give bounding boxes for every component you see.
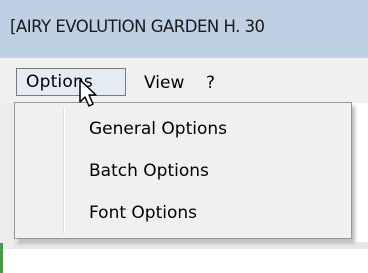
title-bar: [AIRY EVOLUTION GARDEN H. 30 bbox=[0, 0, 368, 58]
background-strip bbox=[14, 242, 368, 249]
menu-view[interactable]: View bbox=[144, 73, 184, 93]
menu-icon-gutter bbox=[63, 107, 65, 234]
menu-item-batch-options[interactable]: Batch Options bbox=[89, 161, 209, 181]
options-dropdown-menu: General Options Batch Options Font Optio… bbox=[14, 102, 352, 239]
menu-item-general-options[interactable]: General Options bbox=[89, 119, 227, 139]
menu-options[interactable]: Options bbox=[16, 68, 126, 96]
window-title: [AIRY EVOLUTION GARDEN H. 30 bbox=[10, 17, 265, 36]
background-panel bbox=[0, 103, 15, 273]
menu-bar: Options View ? bbox=[0, 58, 368, 103]
menu-item-font-options[interactable]: Font Options bbox=[89, 203, 197, 223]
mouse-pointer-icon bbox=[79, 79, 97, 107]
background-indicator bbox=[0, 243, 3, 273]
menu-help[interactable]: ? bbox=[206, 73, 215, 93]
